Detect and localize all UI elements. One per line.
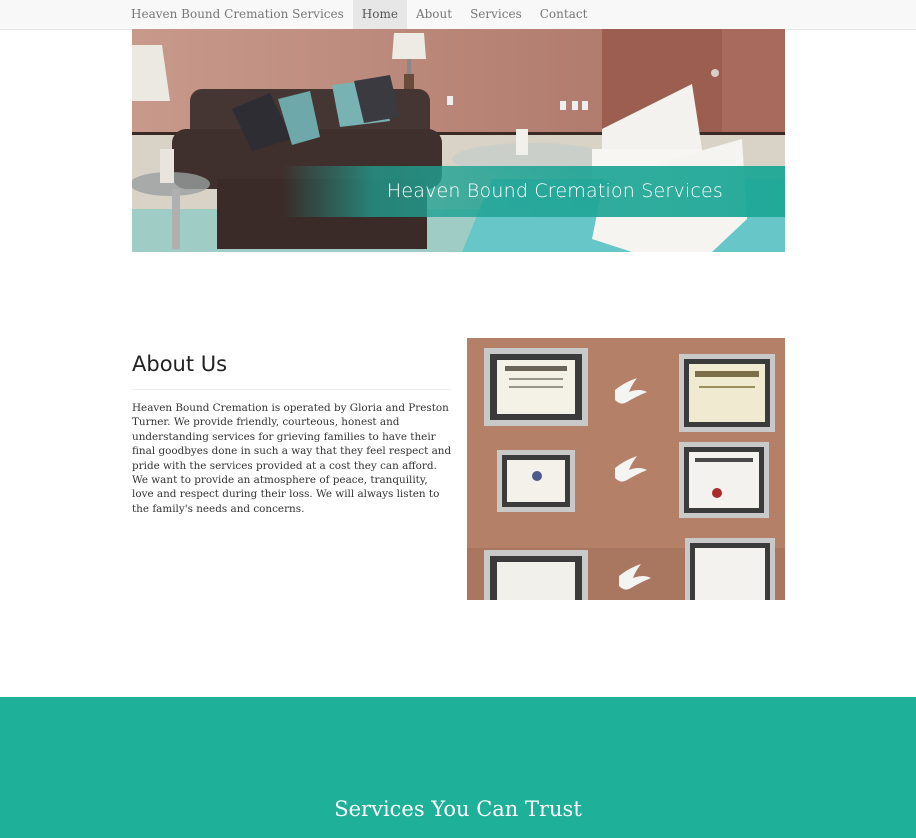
top-navbar: Heaven Bound Cremation Services Home Abo… xyxy=(0,0,916,30)
nav-item-contact[interactable]: Contact xyxy=(531,0,597,29)
about-body: Heaven Bound Cremation is operated by Gl… xyxy=(132,402,452,515)
hero-banner: Heaven Bound Cremation Services xyxy=(132,29,785,252)
hero-room-image xyxy=(132,29,785,252)
hero-title: Heaven Bound Cremation Services xyxy=(386,180,723,202)
about-heading: About Us xyxy=(132,352,228,376)
services-section: Services You Can Trust xyxy=(0,697,916,838)
certificates-photo xyxy=(467,338,785,600)
nav-item-home[interactable]: Home xyxy=(352,0,407,29)
nav-item-about[interactable]: About xyxy=(407,0,461,29)
nav-item-services[interactable]: Services xyxy=(461,0,531,29)
certificates-image xyxy=(467,338,785,600)
navbar-inner: Heaven Bound Cremation Services Home Abo… xyxy=(131,0,596,29)
about-divider xyxy=(132,389,451,390)
navbar-brand[interactable]: Heaven Bound Cremation Services xyxy=(131,0,353,29)
services-title: Services You Can Trust xyxy=(334,797,582,821)
